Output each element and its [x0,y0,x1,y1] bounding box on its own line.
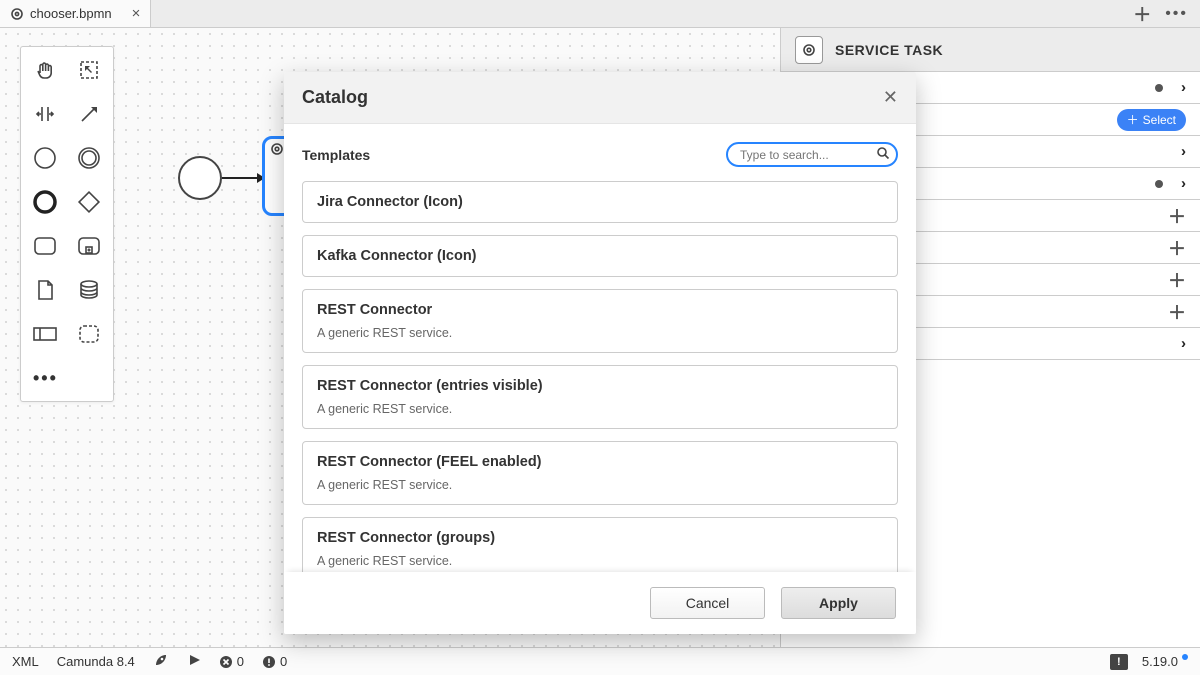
template-name: REST Connector (FEEL enabled) [317,454,883,470]
indicator-dot-icon [1155,180,1163,188]
template-item[interactable]: REST Connector (groups) A generic REST se… [302,517,898,572]
close-tab-icon[interactable]: × [132,6,141,21]
template-name: REST Connector (groups) [317,530,883,546]
template-item[interactable]: Kafka Connector (Icon) [302,235,898,277]
lasso-tool-icon[interactable] [71,53,107,87]
template-search-input[interactable] [726,142,898,167]
modal-title: Catalog [302,87,368,108]
intermediate-event-icon[interactable] [71,141,107,175]
version-label[interactable]: 5.19.0 [1142,654,1188,669]
close-icon[interactable]: ✕ [883,87,898,108]
tab-menu-icon[interactable]: ••• [1165,5,1188,23]
template-description: A generic REST service. [317,402,883,416]
subprocess-icon[interactable] [71,229,107,263]
palette-more-icon[interactable]: ••• [27,361,107,395]
start-event-icon[interactable] [27,141,63,175]
bpmn-sequence-flow[interactable] [222,177,264,179]
tab-bar: chooser.bpmn × ＋ ••• [0,0,1200,28]
template-description: A generic REST service. [317,554,883,568]
space-tool-icon[interactable] [27,97,63,131]
indicator-dot-icon [1155,84,1163,92]
chevron-right-icon: › [1181,335,1186,352]
add-icon[interactable]: ＋ [1168,267,1186,293]
add-icon[interactable]: ＋ [1168,235,1186,261]
template-description: A generic REST service. [317,326,883,340]
end-event-icon[interactable] [27,185,63,219]
template-name: Jira Connector (Icon) [317,194,883,210]
chevron-right-icon: › [1181,79,1186,96]
template-item[interactable]: Jira Connector (Icon) [302,181,898,223]
task-icon[interactable] [27,229,63,263]
pool-icon[interactable] [27,317,63,351]
catalog-modal: Catalog ✕ Templates Jira Connector (Icon… [284,72,916,634]
plus-icon: ＋ [1127,111,1139,128]
template-item[interactable]: REST Connector (FEEL enabled) A generic R… [302,441,898,505]
platform-label[interactable]: Camunda 8.4 [57,654,135,669]
file-tab[interactable]: chooser.bpmn × [0,0,151,27]
deploy-icon[interactable] [153,652,169,671]
gear-icon [801,42,817,58]
data-store-icon[interactable] [71,273,107,307]
xml-toggle[interactable]: XML [12,654,39,669]
warnings-count[interactable]: 0 [262,654,287,669]
add-icon[interactable]: ＋ [1168,203,1186,229]
run-icon[interactable] [187,653,201,670]
data-object-icon[interactable] [27,273,63,307]
bpmn-start-event[interactable] [178,156,222,200]
hand-tool-icon[interactable] [27,53,63,87]
group-icon[interactable] [71,317,107,351]
gear-icon [10,7,24,21]
gateway-icon[interactable] [71,185,107,219]
template-description: A generic REST service. [317,478,883,492]
add-icon[interactable]: ＋ [1168,299,1186,325]
chevron-right-icon: › [1181,175,1186,192]
select-template-button[interactable]: ＋Select [1117,109,1186,131]
gear-icon [269,141,285,157]
properties-title: SERVICE TASK [835,42,943,58]
tool-palette: ••• [20,46,114,402]
element-type-icon [795,36,823,64]
feedback-icon[interactable]: ! [1110,654,1128,670]
add-tab-icon[interactable]: ＋ [1133,1,1151,27]
connect-tool-icon[interactable] [71,97,107,131]
cancel-button[interactable]: Cancel [650,587,765,619]
template-name: Kafka Connector (Icon) [317,248,883,264]
errors-count[interactable]: 0 [219,654,244,669]
template-name: REST Connector [317,302,883,318]
file-tab-label: chooser.bpmn [30,6,112,21]
template-item[interactable]: REST Connector (entries visible) A generi… [302,365,898,429]
chevron-right-icon: › [1181,143,1186,160]
template-name: REST Connector (entries visible) [317,378,883,394]
update-available-icon [1182,654,1188,660]
status-bar: XML Camunda 8.4 0 0 ! 5.19.0 [0,647,1200,675]
template-item[interactable]: REST Connector A generic REST service. [302,289,898,353]
search-icon [876,146,890,165]
templates-heading: Templates [302,147,370,163]
apply-button[interactable]: Apply [781,587,896,619]
